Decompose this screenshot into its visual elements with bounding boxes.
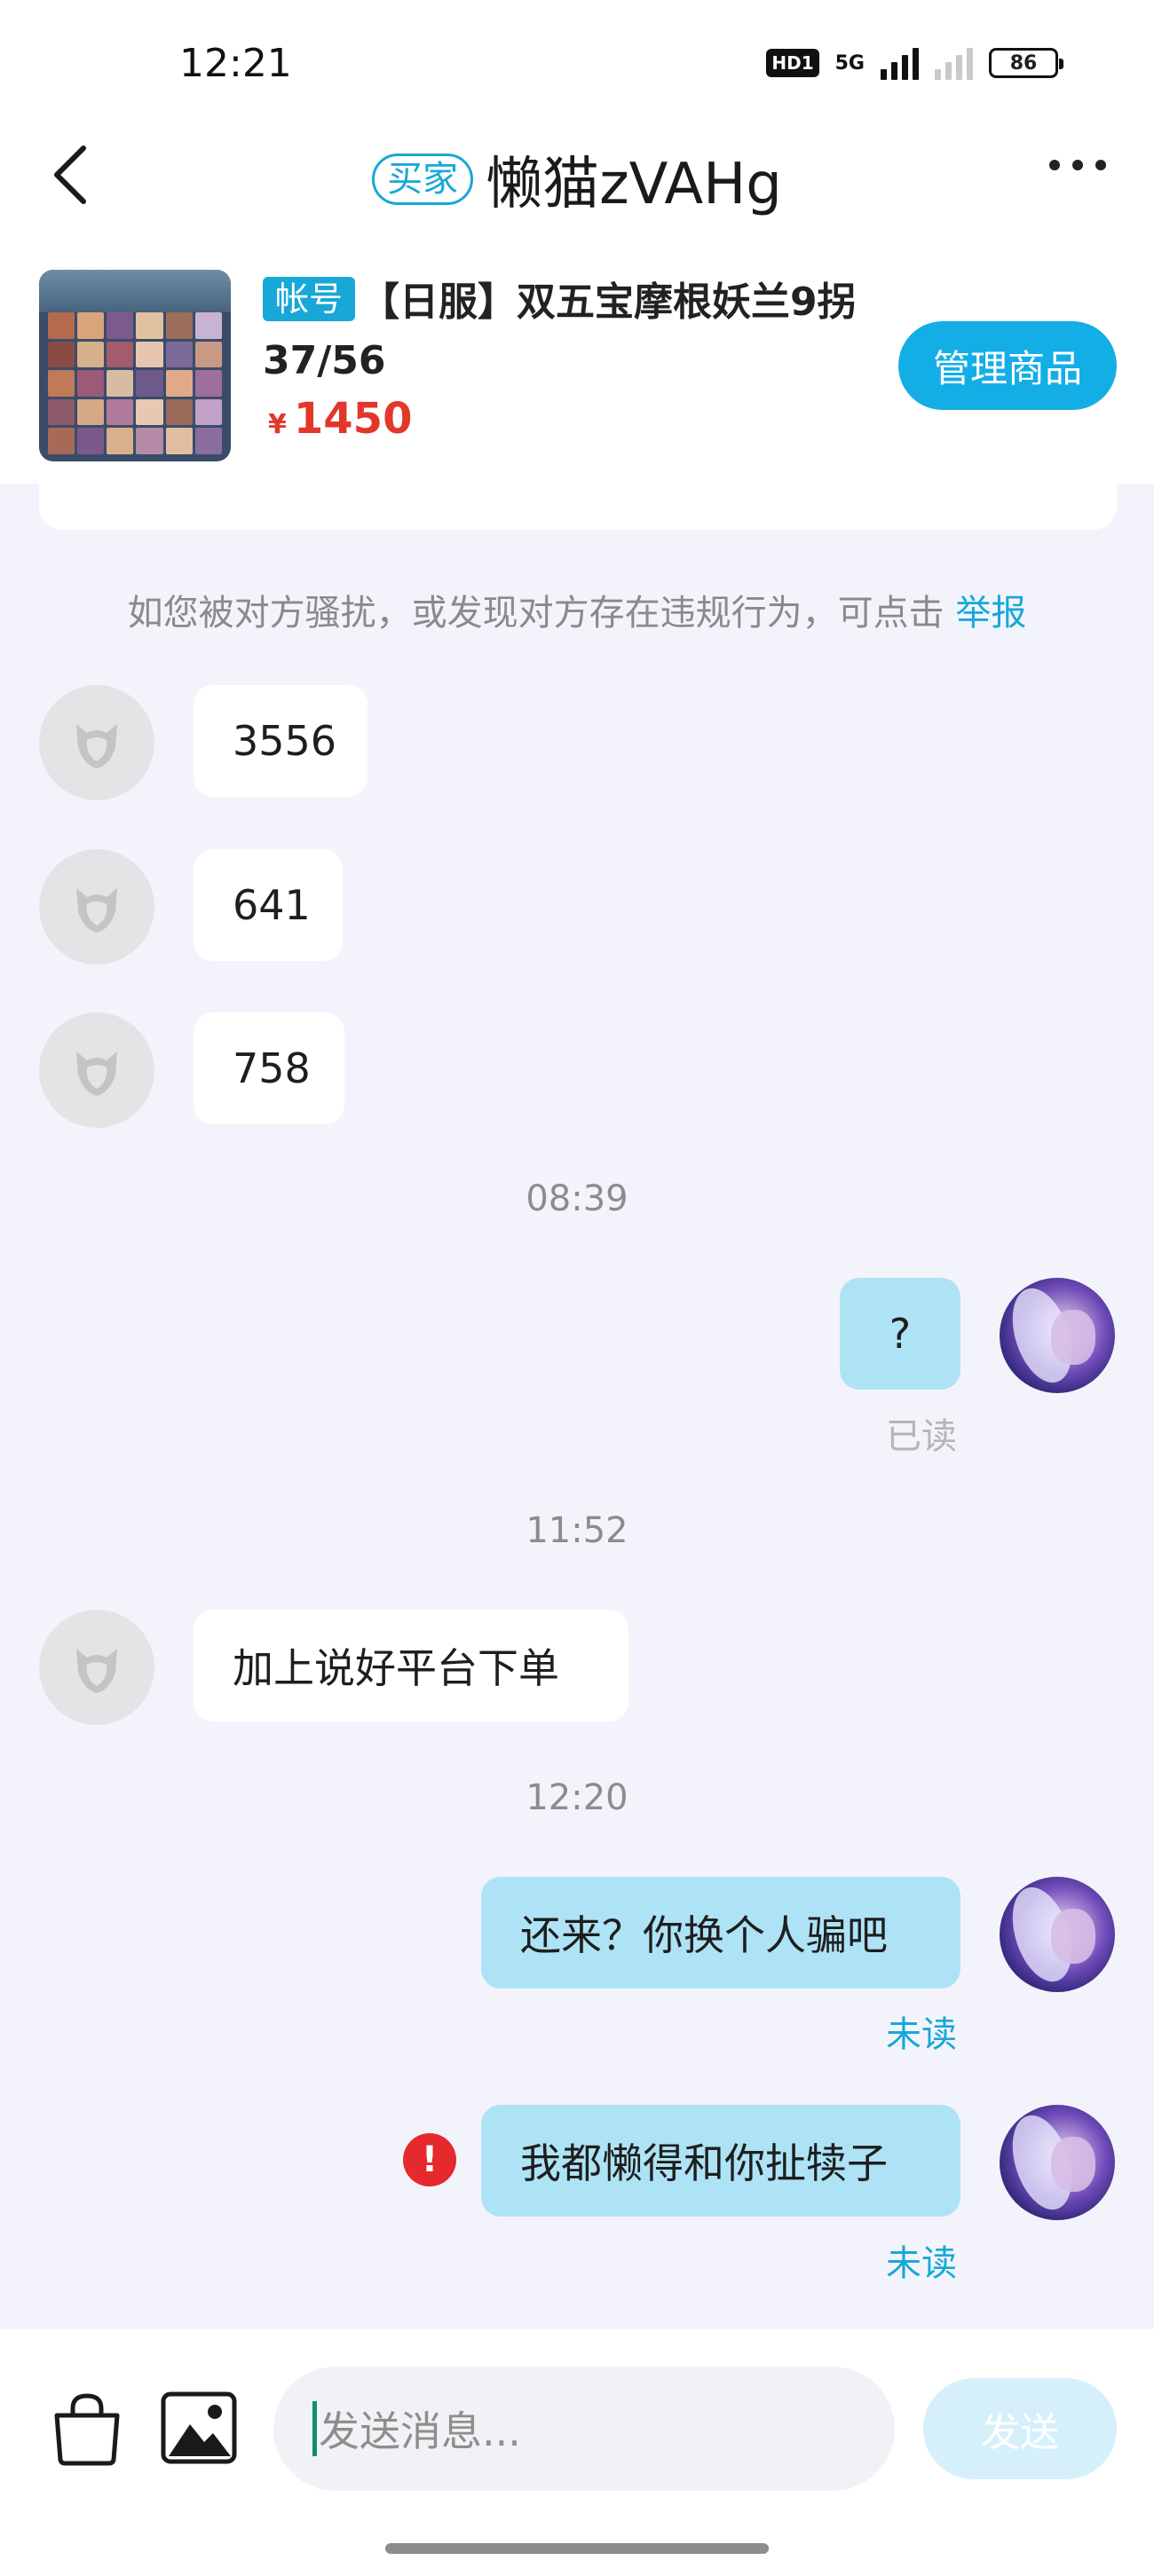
text-caret	[312, 2401, 317, 2456]
message-bubble-outgoing[interactable]: 还来？你换个人骗吧	[481, 1877, 960, 1989]
status-time: 12:21	[179, 41, 292, 86]
error-icon[interactable]: !	[403, 2133, 456, 2186]
price-value: 1450	[293, 394, 413, 444]
more-dots-icon[interactable]	[1049, 160, 1106, 170]
default-avatar-icon	[76, 888, 117, 933]
timestamp-divider: 12:20	[526, 1777, 628, 1818]
signal-secondary-icon	[935, 46, 973, 80]
status-icons: HD1 5G 86	[766, 46, 1063, 80]
home-indicator[interactable]	[385, 2543, 769, 2554]
message-bubble-outgoing[interactable]: 我都懒得和你扯犊子	[481, 2105, 960, 2217]
message-bubble-outgoing[interactable]: ?	[840, 1278, 960, 1390]
signal-strength-icon	[881, 46, 919, 80]
previous-card-fragment	[39, 484, 1117, 530]
product-category-tag: 帐号	[263, 277, 356, 321]
default-avatar-icon	[76, 724, 117, 768]
default-avatar-icon	[76, 1649, 117, 1693]
chat-message-area[interactable]	[0, 484, 1154, 2329]
shopping-bag-icon[interactable]	[44, 2385, 130, 2470]
status-bar: 12:21 HD1 5G 86	[0, 0, 1154, 133]
read-status: 未读	[886, 2014, 957, 2055]
role-tag: 买家	[372, 154, 474, 205]
message-bubble[interactable]: 641	[194, 849, 343, 961]
timestamp-divider: 08:39	[526, 1178, 628, 1219]
send-button[interactable]: 发送	[923, 2378, 1117, 2479]
avatar[interactable]	[39, 849, 154, 965]
message-input-placeholder: 发送消息...	[319, 2407, 521, 2455]
network-type-label: 5G	[834, 51, 865, 75]
message-bubble[interactable]: 758	[194, 1012, 344, 1124]
message-bubble[interactable]: 3556	[194, 685, 368, 797]
avatar[interactable]	[39, 1610, 154, 1725]
avatar[interactable]	[39, 685, 154, 800]
read-status: 未读	[886, 2243, 957, 2284]
page-title: 懒猫zVAHg	[486, 152, 782, 217]
timestamp-divider: 11:52	[526, 1510, 628, 1551]
report-link[interactable]: 举报	[955, 593, 1026, 634]
hd-icon: HD1	[766, 49, 819, 77]
avatar[interactable]	[1000, 1278, 1115, 1393]
price-currency: ¥	[268, 409, 287, 440]
chat-title-area: 买家 懒猫zVAHg	[0, 138, 1154, 220]
bottom-safe-area	[0, 2533, 1154, 2576]
manage-product-button[interactable]: 管理商品	[898, 321, 1117, 410]
product-price: ¥ 1450	[268, 394, 412, 444]
report-notice-text: 如您被对方骚扰，或发现对方存在违规行为，可点击	[127, 593, 945, 634]
avatar[interactable]	[1000, 2105, 1115, 2220]
image-icon[interactable]	[158, 2387, 240, 2469]
read-status: 已读	[886, 1416, 957, 1457]
avatar[interactable]	[39, 1012, 154, 1128]
default-avatar-icon	[76, 1052, 117, 1096]
avatar[interactable]	[1000, 1877, 1115, 1992]
product-thumbnail[interactable]	[39, 270, 231, 461]
message-bubble[interactable]: 加上说好平台下单	[194, 1610, 628, 1721]
battery-level: 86	[1009, 51, 1038, 75]
message-input[interactable]: 发送消息...	[273, 2367, 895, 2491]
battery-icon: 86	[989, 48, 1063, 78]
report-notice: 如您被对方骚扰，或发现对方存在违规行为，可点击 举报	[0, 584, 1154, 635]
product-title[interactable]: 【日服】双五宝摩根妖兰9拐37/56	[263, 273, 902, 390]
